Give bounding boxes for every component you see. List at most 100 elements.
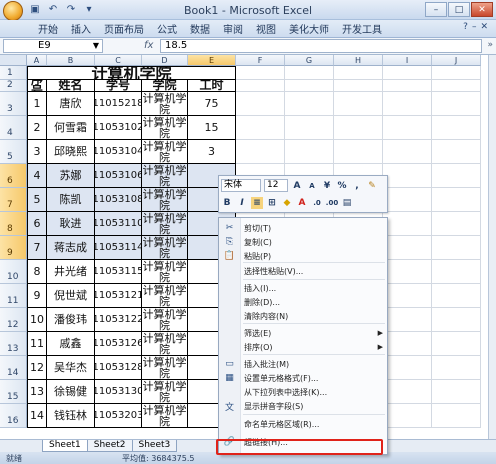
select-all-corner[interactable]: [0, 55, 27, 66]
empty-cell[interactable]: [383, 188, 432, 212]
grow-font-icon[interactable]: A: [291, 180, 303, 192]
vertical-scrollbar[interactable]: [488, 55, 496, 439]
table-cell[interactable]: 11053115: [95, 260, 142, 284]
empty-cell[interactable]: [285, 92, 334, 116]
table-cell[interactable]: 4: [27, 164, 47, 188]
column-header[interactable]: D: [142, 55, 188, 66]
column-header[interactable]: C: [95, 55, 142, 66]
empty-cell[interactable]: [383, 404, 432, 428]
sheet-tab[interactable]: Sheet3: [131, 440, 178, 452]
empty-cell[interactable]: [432, 284, 481, 308]
help-icon[interactable]: ?: [463, 22, 468, 32]
empty-cell[interactable]: [236, 92, 285, 116]
row-header[interactable]: 8: [0, 212, 27, 236]
empty-cell[interactable]: [236, 116, 285, 140]
table-cell[interactable]: 15: [188, 116, 236, 140]
table-cell[interactable]: 3: [27, 140, 47, 164]
table-cell[interactable]: 唐欣: [47, 92, 95, 116]
sheet-tab[interactable]: Sheet1: [42, 440, 88, 452]
table-cell[interactable]: 10: [27, 308, 47, 332]
table-cell[interactable]: 1: [27, 92, 47, 116]
ribbon-tab[interactable]: 插入: [71, 21, 91, 36]
row-header[interactable]: 16: [0, 404, 27, 428]
row-header[interactable]: 14: [0, 356, 27, 380]
table-cell[interactable]: 11053106: [95, 164, 142, 188]
table-cell[interactable]: 11053128: [95, 356, 142, 380]
empty-cell[interactable]: [383, 164, 432, 188]
table-header-cell[interactable]: 学号: [95, 80, 142, 92]
column-header[interactable]: E: [188, 55, 236, 66]
empty-cell[interactable]: [432, 164, 481, 188]
context-menu-item[interactable]: 清除内容(N): [219, 309, 387, 323]
table-cell[interactable]: 计算机学院: [142, 236, 188, 260]
table-cell[interactable]: 11053110: [95, 212, 142, 236]
row-header[interactable]: 5: [0, 140, 27, 164]
ribbon-tab[interactable]: 审阅: [223, 21, 243, 36]
empty-cell[interactable]: [432, 80, 481, 92]
minimize-button[interactable]: –: [425, 2, 447, 17]
ribbon-tab[interactable]: 美化大师: [289, 21, 329, 36]
empty-cell[interactable]: [285, 80, 334, 92]
ribbon-tab[interactable]: 公式: [157, 21, 177, 36]
table-cell[interactable]: 11053130: [95, 380, 142, 404]
formula-input[interactable]: 18.5: [160, 39, 482, 53]
column-header[interactable]: F: [236, 55, 285, 66]
table-cell[interactable]: 11053114: [95, 236, 142, 260]
empty-cell[interactable]: [383, 92, 432, 116]
close-button[interactable]: ✕: [471, 2, 493, 17]
context-menu-item[interactable]: 从下拉列表中选择(K)...: [219, 385, 387, 399]
context-menu-item[interactable]: ✂ 剪切(T): [219, 221, 387, 235]
table-cell[interactable]: 计算机学院: [142, 404, 188, 428]
ribbon-close-icon[interactable]: ✕: [480, 22, 488, 32]
row-header[interactable]: 11: [0, 284, 27, 308]
table-cell[interactable]: 陈凯: [47, 188, 95, 212]
empty-cell[interactable]: [236, 66, 285, 80]
column-header[interactable]: H: [334, 55, 383, 66]
empty-cell[interactable]: [432, 66, 481, 80]
increase-decimal-icon[interactable]: .0: [311, 197, 323, 209]
context-menu-item[interactable]: ▭ 插入批注(M): [219, 357, 387, 371]
row-header[interactable]: 3: [0, 92, 27, 116]
fill-color-icon[interactable]: ◆: [281, 197, 293, 209]
table-cell[interactable]: 11053104: [95, 140, 142, 164]
table-cell[interactable]: 徐锡健: [47, 380, 95, 404]
table-cell[interactable]: 11053102: [95, 116, 142, 140]
font-size-box[interactable]: 12: [264, 179, 288, 192]
table-cell[interactable]: 8: [27, 260, 47, 284]
table-cell[interactable]: 钱钰林: [47, 404, 95, 428]
empty-cell[interactable]: [432, 92, 481, 116]
ribbon-minimize-icon[interactable]: –: [472, 22, 477, 32]
name-box[interactable]: E9 ▼: [3, 39, 103, 53]
empty-cell[interactable]: [432, 260, 481, 284]
context-menu-item[interactable]: 选择性粘贴(V)...: [219, 264, 387, 278]
empty-cell[interactable]: [383, 308, 432, 332]
empty-cell[interactable]: [383, 332, 432, 356]
column-header[interactable]: I: [383, 55, 432, 66]
table-cell[interactable]: 潘俊玮: [47, 308, 95, 332]
table-header-cell[interactable]: 工时: [188, 80, 236, 92]
empty-cell[interactable]: [432, 116, 481, 140]
empty-cell[interactable]: [383, 66, 432, 80]
table-cell[interactable]: 7: [27, 236, 47, 260]
table-cell[interactable]: 12: [27, 356, 47, 380]
empty-cell[interactable]: [432, 188, 481, 212]
bold-icon[interactable]: B: [221, 197, 233, 209]
table-cell[interactable]: 6: [27, 212, 47, 236]
table-cell[interactable]: 计算机学院: [142, 308, 188, 332]
decrease-decimal-icon[interactable]: .00: [326, 197, 338, 209]
empty-cell[interactable]: [334, 80, 383, 92]
maximize-button[interactable]: □: [448, 2, 470, 17]
table-cell[interactable]: 75: [188, 92, 236, 116]
name-box-dropdown-icon[interactable]: ▼: [93, 40, 99, 52]
table-cell[interactable]: 计算机学院: [142, 116, 188, 140]
empty-cell[interactable]: [285, 116, 334, 140]
table-cell[interactable]: 井光绪: [47, 260, 95, 284]
table-cell[interactable]: 计算机学院: [142, 380, 188, 404]
shrink-font-icon[interactable]: A: [306, 180, 318, 192]
column-header[interactable]: B: [47, 55, 95, 66]
ribbon-tab[interactable]: 视图: [256, 21, 276, 36]
table-cell[interactable]: 计算机学院: [142, 260, 188, 284]
table-cell[interactable]: 11053203: [95, 404, 142, 428]
table-cell[interactable]: 计算机学院: [142, 140, 188, 164]
column-header[interactable]: J: [432, 55, 481, 66]
